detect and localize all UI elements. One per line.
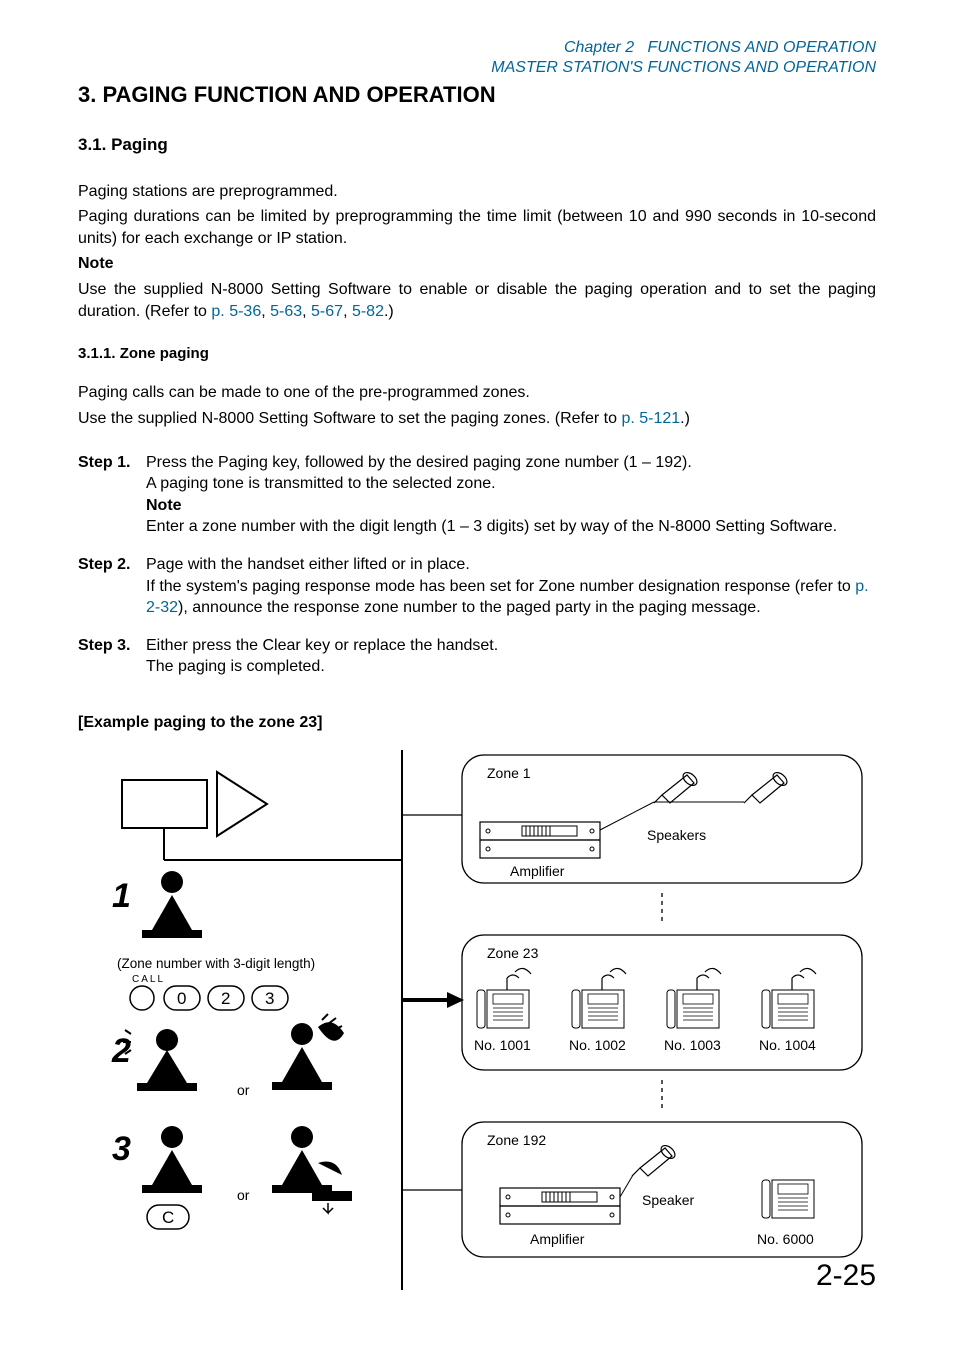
step-2: Step 2. Page with the handset either lif… xyxy=(78,554,876,619)
zone-23-no-1001: No. 1001 xyxy=(474,1037,531,1053)
digit-2-key: 2 xyxy=(208,986,244,1010)
step-3-line-1: Either press the Clear key or replace th… xyxy=(146,637,498,654)
intro-note-body: Use the supplied N-8000 Setting Software… xyxy=(78,279,876,322)
chapter-header: Chapter 2 FUNCTIONS AND OPERATION MASTER… xyxy=(78,38,876,78)
zone-number-caption: (Zone number with 3-digit length) xyxy=(117,956,315,971)
zone-23-no-1003: No. 1003 xyxy=(664,1037,721,1053)
step-1-line-2: A paging tone is transmitted to the sele… xyxy=(146,475,496,492)
zone-192-amplifier-label: Amplifier xyxy=(530,1231,585,1247)
zone-192-no-6000: No. 6000 xyxy=(757,1231,814,1247)
digit-0-key: 0 xyxy=(164,986,200,1010)
step-1-line-1: Press the Paging key, followed by the de… xyxy=(146,454,692,471)
svg-text:3: 3 xyxy=(265,989,274,1008)
zone-23-label: Zone 23 xyxy=(487,945,539,961)
subsection-heading: 3.1. Paging xyxy=(78,134,876,157)
step-1-label: Step 1. xyxy=(78,452,146,538)
zone-p2: Use the supplied N-8000 Setting Software… xyxy=(78,408,876,430)
steps-block: Step 1. Press the Paging key, followed b… xyxy=(78,452,876,678)
or-label-2: or xyxy=(237,1187,250,1203)
intro-block: Paging stations are preprogrammed. Pagin… xyxy=(78,181,876,323)
station-icon xyxy=(667,968,721,1028)
person-icon xyxy=(142,871,202,938)
station-icon xyxy=(477,968,531,1028)
person-talking-icon xyxy=(123,1029,197,1091)
link-5-82[interactable]: 5-82 xyxy=(352,303,384,320)
link-p5-36[interactable]: p. 5-36 xyxy=(211,303,261,320)
or-label-1: or xyxy=(237,1082,250,1098)
zone-1-amplifier-label: Amplifier xyxy=(510,863,565,879)
call-label: CALL xyxy=(132,974,165,985)
arrow-icon xyxy=(122,772,267,836)
zone-1-group: Zone 1 Amplifier xyxy=(462,755,862,883)
speaker-icon xyxy=(632,1143,677,1176)
step-2-label: Step 2. xyxy=(78,554,146,619)
link-5-63[interactable]: 5-63 xyxy=(270,303,302,320)
speaker-icon xyxy=(744,770,789,803)
zone-23-no-1002: No. 1002 xyxy=(569,1037,626,1053)
svg-text:C: C xyxy=(162,1208,174,1227)
zone-1-speakers-label: Speakers xyxy=(647,827,706,843)
note-label: Note xyxy=(78,253,876,275)
person-hangup-icon xyxy=(272,1126,352,1213)
example-title: [Example paging to the zone 23] xyxy=(78,712,876,734)
step-3-label: Step 3. xyxy=(78,635,146,678)
diagram-svg: 1 (Zone number with 3-digit length) CALL… xyxy=(82,750,872,1290)
speaker-icon xyxy=(654,770,699,803)
zone-1-label: Zone 1 xyxy=(487,765,531,781)
section-heading: 3. PAGING FUNCTION AND OPERATION xyxy=(78,80,876,110)
station-icon xyxy=(572,968,626,1028)
step-2-line-1: Page with the handset either lifted or i… xyxy=(146,556,470,573)
zone-block: Paging calls can be made to one of the p… xyxy=(78,382,876,429)
intro-p2: Paging durations can be limited by prepr… xyxy=(78,206,876,249)
station-icon xyxy=(762,968,816,1028)
svg-text:0: 0 xyxy=(177,989,186,1008)
call-button xyxy=(130,986,154,1010)
zone-192-group: Zone 192 Amplifier Spe xyxy=(462,1122,862,1257)
chapter-subtitle: MASTER STATION'S FUNCTIONS AND OPERATION xyxy=(491,59,876,76)
svg-text:2: 2 xyxy=(221,989,230,1008)
amplifier-icon xyxy=(480,822,600,858)
zone-192-label: Zone 192 xyxy=(487,1132,546,1148)
step-2-line-2: If the system's paging response mode has… xyxy=(146,578,869,617)
step-1-note: Note xyxy=(146,497,182,514)
step-3: Step 3. Either press the Clear key or re… xyxy=(78,635,876,678)
person-handset-icon xyxy=(272,1014,344,1090)
station-icon xyxy=(762,1180,814,1218)
chapter-title: FUNCTIONS AND OPERATION xyxy=(648,39,876,56)
zone-p1: Paging calls can be made to one of the p… xyxy=(78,382,876,404)
digit-3-key: 3 xyxy=(252,986,288,1010)
zone-192-speaker-label: Speaker xyxy=(642,1192,694,1208)
subsubsection-heading: 3.1.1. Zone paging xyxy=(78,344,876,364)
chapter-label: Chapter 2 xyxy=(564,39,634,56)
example-diagram: 1 (Zone number with 3-digit length) CALL… xyxy=(78,750,876,1290)
step-3-line-2: The paging is completed. xyxy=(146,658,325,675)
link-p5-121[interactable]: p. 5-121 xyxy=(621,410,680,427)
step-number-3: 3 xyxy=(112,1130,131,1168)
link-5-67[interactable]: 5-67 xyxy=(311,303,343,320)
step-number-1: 1 xyxy=(112,877,131,915)
amplifier-icon xyxy=(500,1188,620,1224)
zone-23-group: Zone 23 xyxy=(462,935,862,1070)
person-icon xyxy=(142,1126,202,1193)
intro-p1: Paging stations are preprogrammed. xyxy=(78,181,876,203)
note-text-a: Use the supplied N-8000 Setting Software… xyxy=(78,281,876,320)
zone-23-no-1004: No. 1004 xyxy=(759,1037,816,1053)
page-number: 2-25 xyxy=(816,1256,876,1297)
step-1: Step 1. Press the Paging key, followed b… xyxy=(78,452,876,538)
clear-key: C xyxy=(147,1205,189,1229)
step-1-line-3: Enter a zone number with the digit lengt… xyxy=(146,518,837,535)
